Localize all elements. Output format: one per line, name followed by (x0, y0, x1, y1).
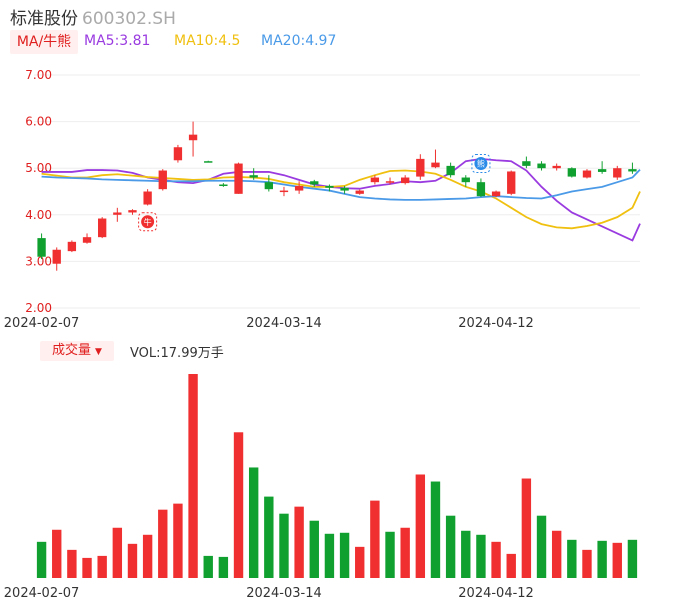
volume-bar (415, 474, 426, 578)
candle-body (507, 171, 516, 194)
volume-bar (279, 513, 289, 578)
candle-body (416, 158, 425, 177)
volume-bar (142, 534, 153, 578)
price-y-tick-label: 7.00 (25, 68, 52, 82)
volume-bar (612, 542, 622, 578)
volume-bar (264, 496, 274, 578)
candle-body (476, 182, 486, 197)
bull-signal-label: 牛 (144, 217, 152, 227)
candle-body (461, 177, 470, 183)
volume-bar (445, 515, 456, 578)
candle-body (310, 181, 319, 185)
volume-bar (324, 533, 335, 578)
volume-x-tick-label: 2024-04-12 (458, 586, 534, 601)
volume-bar (112, 527, 123, 578)
candle-body (173, 147, 183, 161)
candle-body (552, 165, 561, 169)
volume-bar (461, 530, 471, 578)
candle-body (98, 218, 107, 238)
volume-bar (188, 374, 198, 578)
price-x-tick-label: 2024-02-07 (4, 316, 80, 331)
candle-body (628, 169, 637, 172)
price-y-tick-label: 4.00 (25, 208, 52, 222)
volume-bar (506, 553, 516, 578)
price-y-tick-label: 6.00 (25, 115, 52, 129)
candle-body (370, 177, 380, 183)
candle-body (340, 187, 349, 191)
volume-bar (127, 543, 138, 578)
volume-bar (339, 532, 350, 578)
candle-body (82, 237, 92, 243)
candle-body (234, 163, 243, 194)
volume-bar (491, 541, 501, 578)
volume-bar (551, 530, 562, 578)
volume-bar (582, 549, 592, 578)
volume-bar (218, 556, 229, 578)
ma-line-ma10 (41, 169, 641, 230)
volume-bar (82, 557, 92, 578)
candle-body (325, 185, 334, 188)
volume-bar (97, 555, 107, 578)
price-y-tick-label: 2.00 (25, 301, 52, 315)
candle-body (567, 168, 576, 177)
volume-bar (36, 541, 47, 578)
candle-body (431, 162, 440, 168)
candle-body (597, 169, 607, 172)
candle-body (385, 181, 395, 183)
volume-bar (370, 500, 380, 578)
volume-bar (52, 529, 62, 578)
stock-chart[interactable]: 7.006.005.004.003.002.00牛熊2024-02-07 2024… (0, 0, 686, 606)
candle-body (355, 190, 364, 194)
candle-body (52, 249, 61, 264)
candle-body (219, 184, 228, 187)
volume-bar (597, 540, 607, 578)
candle-body (67, 241, 77, 252)
volume-bar (67, 549, 77, 578)
volume-bar (476, 534, 486, 578)
volume-bar (567, 539, 577, 578)
volume-bar (430, 481, 441, 578)
bear-signal-label: 熊 (477, 159, 485, 169)
volume-bar (158, 509, 168, 578)
price-y-tick-label: 5.00 (25, 161, 52, 175)
volume-x-tick-label: 2024-03-14 (246, 586, 322, 601)
price-x-tick-label: 2024-04-12 (458, 316, 534, 331)
volume-bar (385, 531, 395, 578)
candle-body (279, 190, 289, 193)
volume-bar (400, 527, 410, 578)
candle-body (491, 191, 501, 197)
volume-bar (309, 520, 319, 578)
candle-body (537, 163, 546, 169)
volume-bar (521, 478, 532, 578)
candle-body (522, 161, 531, 166)
candle-body (613, 168, 622, 178)
volume-bar (627, 539, 638, 578)
volume-bar (355, 546, 365, 578)
candle-body (204, 161, 213, 163)
candle-body (582, 170, 592, 178)
candle-body (188, 134, 198, 141)
volume-bar (203, 555, 213, 578)
volume-bar (294, 506, 304, 578)
volume-x-tick-label: 2024-02-07 (4, 586, 80, 601)
candle-body (143, 191, 152, 205)
candle-body (158, 170, 167, 190)
candle-body (249, 175, 258, 178)
volume-bar (173, 503, 183, 578)
candle-body (37, 238, 46, 257)
price-x-tick-label: 2024-03-14 (246, 316, 322, 331)
volume-bar (233, 432, 244, 578)
volume-bar (536, 515, 547, 578)
candle-body (294, 185, 304, 191)
candle-body (401, 177, 410, 184)
candle-body (128, 210, 137, 213)
volume-bar (248, 467, 259, 578)
candle-body (264, 182, 273, 190)
candle-body (446, 165, 455, 176)
candle-body (113, 212, 122, 215)
ma-line-ma5 (41, 157, 641, 242)
